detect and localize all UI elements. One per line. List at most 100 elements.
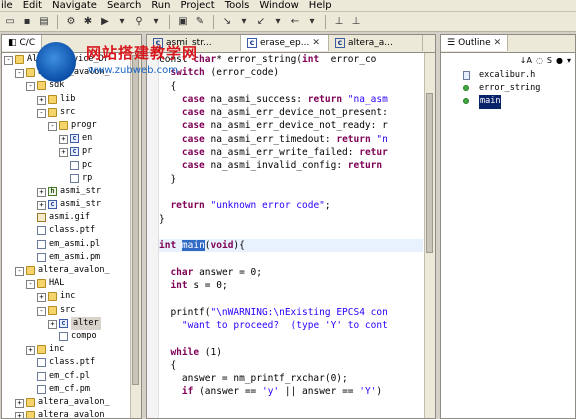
file-icon [37,226,46,236]
menu-icon[interactable]: ▾ [567,56,571,65]
menu-item[interactable]: Edit [23,0,42,11]
outline-view: ☰ Outline ✕ ↓A ◌ S ● ▾ excalibur.h error_… [440,34,576,419]
tree-item[interactable]: + inc [2,290,131,303]
outline-item[interactable]: error_string [441,82,575,95]
tree-item[interactable]: em_cf.pl [2,370,131,383]
expand-icon[interactable]: + [15,412,24,418]
outline-item[interactable]: excalibur.h [441,69,575,82]
code-area[interactable]: const char* error_string(int error_co sw… [159,53,423,418]
menu-item[interactable]: ile [1,0,13,11]
pin-icon[interactable]: ⊥ [332,15,346,29]
tree-item[interactable]: pc [2,159,131,172]
expand-icon[interactable]: + [37,293,46,303]
tree-item[interactable]: + altera_avalon_ [2,409,131,418]
hide-nonpublic-icon[interactable]: ● [556,56,563,65]
dropdown-arrow-icon[interactable]: ▾ [115,15,129,29]
tree-item[interactable]: - src [2,106,131,119]
tree-item[interactable]: + c asmi_str [2,198,131,211]
menu-item[interactable]: Search [107,0,141,11]
dropdown-arrow-icon[interactable]: ▾ [237,15,251,29]
c-icon: c [70,147,79,157]
scrollbar-thumb[interactable] [426,93,433,253]
hide-fields-icon[interactable]: ◌ [536,56,543,65]
file-icon [37,239,46,249]
open-folder-icon[interactable]: ▣ [176,15,190,29]
scrollbar-thumb[interactable] [132,55,139,385]
back-icon[interactable]: ← [288,15,302,29]
menu-item[interactable]: Run [151,0,170,11]
prev-annotation-icon[interactable]: ↙ [254,15,268,29]
tree-item[interactable]: + inc [2,343,131,356]
tree-item[interactable]: + c pr [2,145,131,158]
hide-static-icon[interactable]: S [547,56,552,65]
edit-icon[interactable]: ✎ [193,15,207,29]
expand-icon[interactable]: + [15,398,24,408]
tree-item[interactable]: em_asmi.pm [2,251,131,264]
menu-item[interactable]: Tools [225,0,250,11]
menu-item[interactable]: Project [181,0,215,11]
file-icon [37,358,46,368]
dropdown-arrow-icon[interactable]: ▾ [149,15,163,29]
dropdown-arrow-icon[interactable]: ▾ [271,15,285,29]
collapse-icon[interactable]: - [4,56,13,65]
sort-icon[interactable]: ↓A [520,56,532,65]
next-annotation-icon[interactable]: ↘ [220,15,234,29]
tab-cc-projects[interactable]: ◧ C/C [2,35,43,51]
expand-icon[interactable]: + [26,346,35,356]
tree-item[interactable]: class.ptf [2,356,131,369]
pin-icon[interactable]: ⊥ [349,15,363,29]
close-icon[interactable]: ✕ [312,38,320,48]
outline-item[interactable]: main [441,95,575,109]
collapse-icon[interactable]: - [15,69,24,79]
save-icon[interactable]: ▪ [20,15,34,29]
collapse-icon[interactable]: - [37,306,46,316]
expand-icon[interactable]: + [37,201,46,211]
tree-item[interactable]: + c alter [2,316,131,330]
menu-item[interactable]: Help [309,0,332,11]
collapse-icon[interactable]: - [15,267,24,276]
tree-item[interactable]: asmi.gif [2,211,131,224]
tree-item[interactable]: - progr [2,119,131,132]
close-icon[interactable]: ✕ [494,38,502,48]
collapse-icon[interactable]: - [26,82,35,92]
new-icon[interactable]: ▭ [3,15,17,29]
expand-icon[interactable]: + [59,148,68,158]
editor-tab[interactable]: c erase_ep... ✕ [241,35,329,51]
run-icon[interactable]: ▶ [98,15,112,29]
tree-item[interactable]: - Altera_Device_Dr [2,53,131,66]
collapse-icon[interactable]: - [48,121,57,131]
debug-icon[interactable]: ✱ [81,15,95,29]
tree-item-label: en [82,133,93,144]
tree-scrollbar[interactable] [130,53,141,418]
tree-item[interactable]: compo [2,330,131,343]
tree-item[interactable]: - src [2,304,131,317]
tree-item[interactable]: rp [2,172,131,185]
tree-item[interactable]: + c en [2,132,131,145]
tree-item[interactable]: + h asmi_str [2,185,131,198]
tree-item[interactable]: em_asmi.pl [2,238,131,251]
collapse-icon[interactable]: - [37,108,46,118]
editor-scrollbar[interactable] [424,53,435,418]
tree-item[interactable]: + lib [2,93,131,106]
tree-item[interactable]: - HAL [2,277,131,290]
collapse-icon[interactable]: - [26,280,35,290]
tree-item[interactable]: - sdk [2,79,131,92]
tree-item[interactable]: class.ptf [2,224,131,237]
expand-icon[interactable]: + [37,187,46,197]
editor-tab[interactable]: c asmi_str... [147,35,241,51]
dropdown-arrow-icon[interactable]: ▾ [305,15,319,29]
menu-item[interactable]: Navigate [52,0,97,11]
expand-icon[interactable]: + [59,135,68,145]
tab-outline[interactable]: ☰ Outline ✕ [441,35,509,51]
editor-tab[interactable]: c altera_a... [329,35,423,51]
tree-item[interactable]: + altera_avalon_ [2,396,131,409]
tree-item[interactable]: - altera_avalon_ [2,264,131,277]
search-icon[interactable]: ⚲ [132,15,146,29]
build-icon[interactable]: ⚙ [64,15,78,29]
tree-item[interactable]: em_cf.pm [2,383,131,396]
expand-icon[interactable]: + [37,95,46,105]
expand-icon[interactable]: + [48,319,57,329]
menu-item[interactable]: Window [259,0,298,11]
tree-item[interactable]: - altera_avalon_ [2,66,131,79]
print-icon[interactable]: ▤ [37,15,51,29]
